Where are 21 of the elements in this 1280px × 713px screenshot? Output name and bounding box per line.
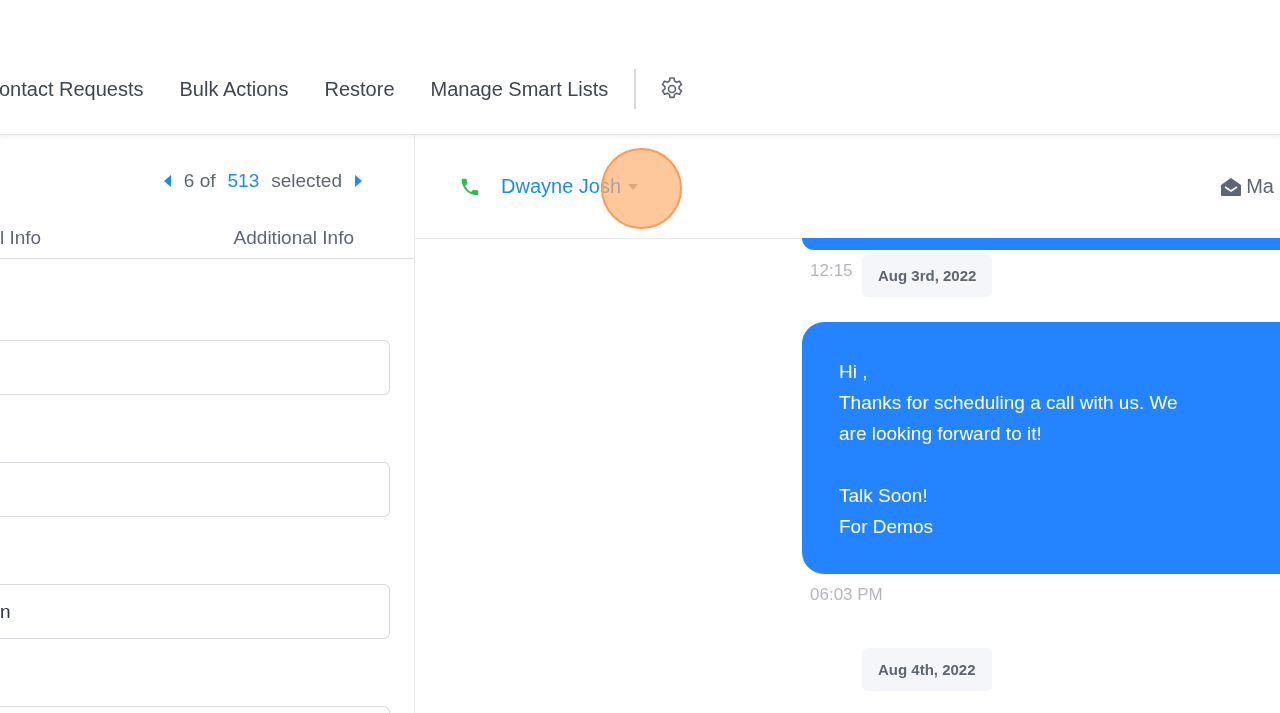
message-text: Hi , Thanks for scheduling a call with us. We are looking forward to it! bbox=[839, 360, 1179, 446]
input-field[interactable] bbox=[0, 340, 390, 395]
tab[interactable]: l Info bbox=[0, 227, 42, 258]
envelope-icon bbox=[1220, 176, 1243, 197]
date-badge: Aug 3rd, 2022 bbox=[862, 254, 993, 297]
input-field[interactable] bbox=[0, 462, 390, 517]
date-badge: Aug 4th, 2022 bbox=[862, 648, 992, 691]
next-icon[interactable] bbox=[354, 174, 364, 188]
nav-link[interactable]: ontact Requests bbox=[0, 77, 144, 101]
message-time: 12:15 bbox=[810, 261, 853, 281]
message-time: 06:03 PM bbox=[810, 585, 883, 605]
nav-link[interactable]: Restore bbox=[324, 77, 395, 101]
input-field[interactable]: n bbox=[0, 584, 390, 639]
message-text: Talk Soon! For Demos bbox=[839, 484, 934, 539]
pager-text: 6 of bbox=[183, 170, 216, 192]
nav-link[interactable]: Manage Smart Lists bbox=[430, 77, 609, 101]
tab[interactable]: Additional Info bbox=[233, 227, 354, 258]
nav-link[interactable]: Bulk Actions bbox=[179, 77, 289, 101]
pager-text: selected bbox=[271, 170, 342, 192]
caret-icon bbox=[627, 182, 640, 191]
mark-read-button[interactable]: Ma bbox=[1220, 175, 1274, 198]
